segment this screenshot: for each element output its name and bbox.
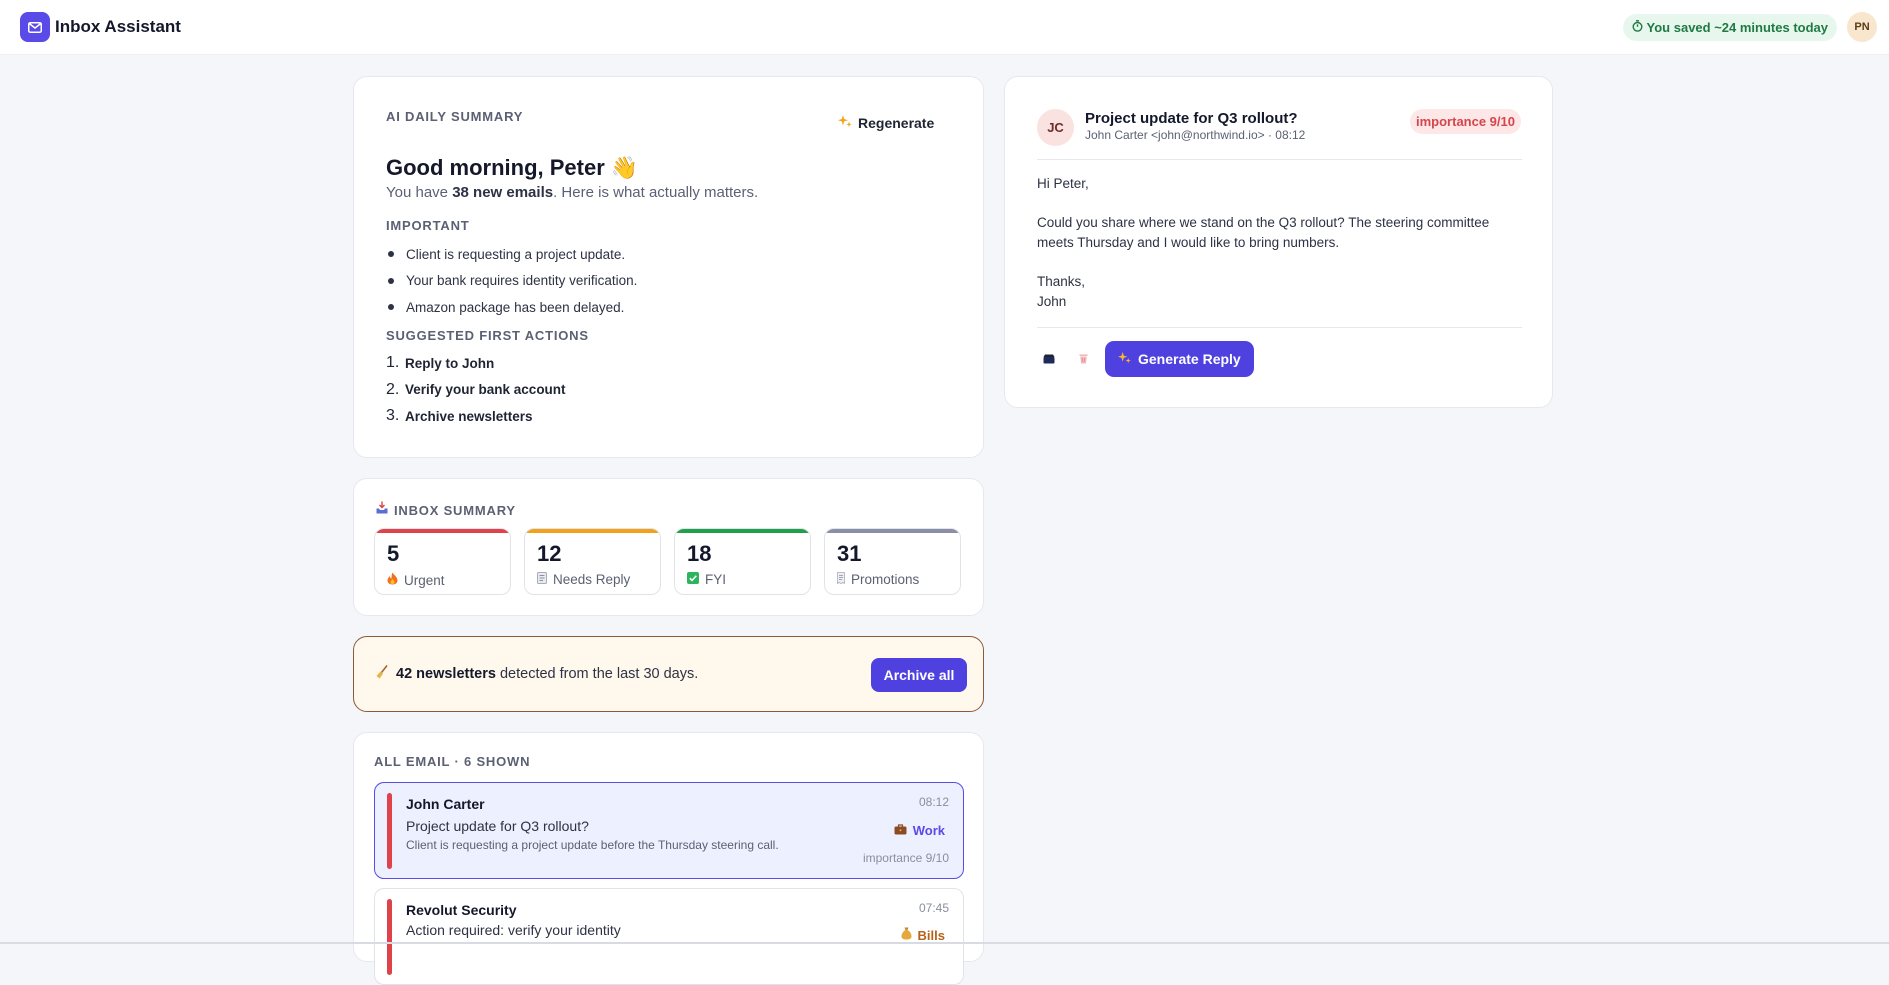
regenerate-button[interactable]: Regenerate — [838, 114, 934, 131]
important-label: IMPORTANT — [386, 218, 470, 233]
tile-fyi[interactable]: 18 FYI — [674, 528, 811, 595]
archive-all-button[interactable]: Archive all — [871, 658, 967, 692]
email-detail-card: JC Project update for Q3 rollout? John C… — [1004, 76, 1553, 408]
email-time: 08:12 — [918, 795, 949, 809]
email-time: 07:45 — [918, 901, 949, 915]
email-tag: Bills — [901, 927, 945, 943]
inbox-tray-icon — [376, 501, 388, 519]
newsletter-count: 42 newsletters — [396, 666, 496, 682]
tile-count: 18 — [687, 541, 712, 566]
newsletter-text: detected from the last 30 days. — [495, 666, 699, 682]
email-list-card: ALL EMAIL · 6 SHOWN John Carter 08:12 Pr… — [353, 732, 984, 985]
tile-count: 12 — [537, 541, 562, 566]
generate-reply-button[interactable]: Generate Reply — [1105, 341, 1254, 377]
important-item: Client is requesting a project update. — [386, 241, 637, 268]
suggested-actions-list: 1. Reply to John 2. Verify your bank accou… — [386, 350, 566, 430]
email-subject: Project update for Q3 rollout? — [406, 818, 589, 834]
greeting: Good morning, Peter 👋 — [386, 155, 639, 180]
briefcase-icon — [894, 823, 907, 838]
suggested-action-item[interactable]: 2. Verify your bank account — [386, 377, 566, 404]
email-tag: Work — [894, 823, 945, 838]
archive-button[interactable] — [1037, 347, 1061, 371]
tile-promotions[interactable]: 31 Promotions — [824, 528, 961, 595]
sparkles-icon — [1118, 351, 1131, 367]
tile-count: 31 — [837, 541, 862, 566]
priority-stripe — [387, 899, 392, 975]
divider — [1037, 159, 1522, 160]
fire-icon — [387, 572, 398, 588]
email-list-label: ALL EMAIL · 6 SHOWN — [374, 754, 531, 769]
user-avatar[interactable]: PN — [1847, 12, 1877, 42]
body-paragraph: Could you share where we stand on the Q3… — [1037, 215, 1490, 250]
tile-count: 5 — [387, 541, 400, 566]
new-email-count: 38 new emails — [452, 184, 554, 201]
tile-label: Urgent — [404, 572, 445, 588]
top-bar: Inbox Assistant You saved ~24 minutes to… — [0, 0, 1889, 55]
broom-icon — [376, 665, 388, 683]
important-item: Your bank requires identity verification… — [386, 268, 637, 295]
sparkles-icon — [838, 114, 852, 131]
box-icon — [1043, 352, 1055, 367]
email-sender: John Carter — [406, 796, 485, 812]
email-preview: Client is requesting a project update be… — [406, 838, 779, 852]
tile-label: Promotions — [851, 572, 920, 587]
divider — [1037, 327, 1522, 328]
inbox-summary-card: INBOX SUMMARY 5 Urgent 12 Needs Reply 18… — [353, 478, 984, 616]
important-item: Amazon package has been delayed. — [386, 294, 637, 321]
tile-needs-reply[interactable]: 12 Needs Reply — [524, 528, 661, 595]
time-saved-badge: You saved ~24 minutes today — [1622, 13, 1837, 41]
stopwatch-icon — [1632, 19, 1643, 35]
body-paragraph: Hi Peter, — [1037, 176, 1089, 191]
email-subject: Action required: verify your identity — [406, 922, 621, 938]
suggested-action-item[interactable]: 3. Archive newsletters — [386, 403, 566, 430]
receipt-icon — [837, 572, 845, 587]
memo-icon — [537, 572, 547, 587]
priority-stripe — [387, 793, 392, 869]
mail-icon — [20, 12, 50, 42]
suggested-action-item[interactable]: 1. Reply to John — [386, 350, 566, 377]
time-saved-text: You saved ~24 minutes today — [1646, 19, 1828, 35]
newsletter-banner: 42 newsletters detected from the last 30… — [353, 636, 984, 712]
suggested-actions-label: SUGGESTED FIRST ACTIONS — [386, 328, 589, 343]
tile-label: FYI — [705, 572, 727, 587]
tile-label: Needs Reply — [553, 572, 631, 587]
money-bag-icon — [901, 927, 912, 943]
detail-subject: Project update for Q3 rollout? — [1085, 110, 1298, 127]
delete-button[interactable] — [1071, 347, 1095, 371]
trash-icon — [1079, 352, 1088, 367]
email-body: Hi Peter, Could you share where we stand… — [1037, 174, 1522, 311]
email-row[interactable]: John Carter 08:12 Project update for Q3 … — [374, 782, 964, 879]
greeting-subtitle: You have 38 new emails. Here is what act… — [386, 184, 759, 201]
body-paragraph: Thanks, John — [1037, 273, 1086, 309]
email-sender: Revolut Security — [406, 902, 517, 918]
detail-from: John Carter <john@northwind.io> · 08:12 — [1085, 128, 1306, 142]
sender-avatar: JC — [1037, 109, 1074, 146]
email-row[interactable]: Revolut Security 07:45 Action required: … — [374, 888, 964, 985]
tile-urgent[interactable]: 5 Urgent — [374, 528, 511, 595]
importance-badge: importance 9/10 — [1410, 109, 1521, 134]
check-icon — [687, 572, 699, 587]
inbox-summary-label: INBOX SUMMARY — [394, 502, 516, 518]
app-name: Inbox Assistant — [55, 17, 181, 36]
ai-summary-label: AI DAILY SUMMARY — [386, 109, 524, 124]
brand[interactable]: Inbox Assistant — [20, 12, 181, 42]
important-list: Client is requesting a project update. Y… — [386, 241, 637, 321]
ai-daily-summary-card: AI DAILY SUMMARY Good morning, Peter 👋 Y… — [353, 76, 984, 458]
email-importance: importance 9/10 — [862, 851, 949, 865]
